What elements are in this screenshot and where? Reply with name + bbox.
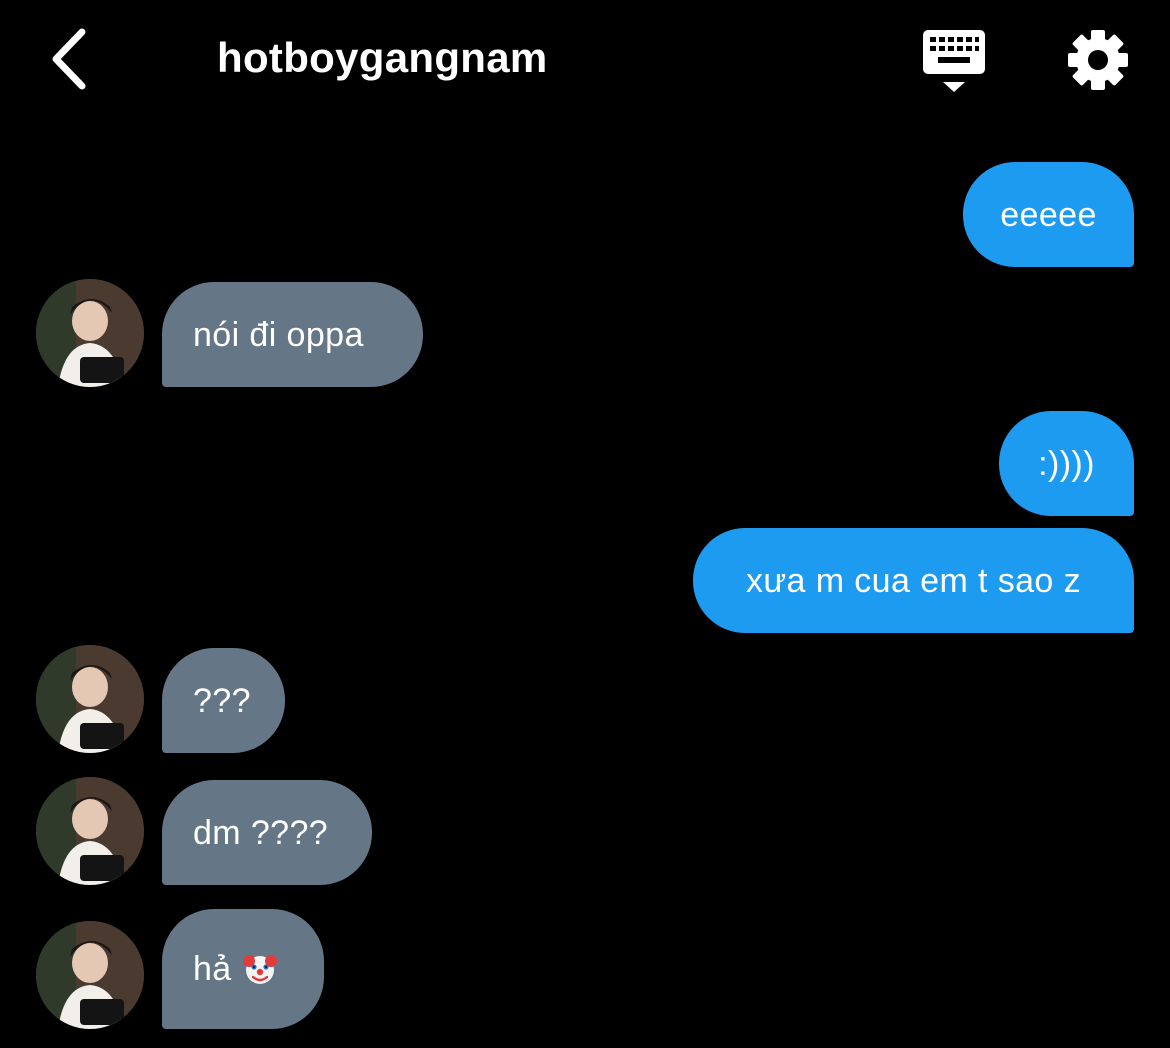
- incoming-message[interactable]: dm ????: [162, 780, 372, 885]
- avatar-photo-icon: [36, 645, 144, 753]
- keyboard-button[interactable]: [918, 26, 990, 96]
- chat-header: hotboygangnam: [0, 0, 1170, 120]
- avatar-photo-icon: [36, 777, 144, 885]
- message-text: hả: [193, 950, 232, 988]
- incoming-message[interactable]: nói đi oppa: [162, 282, 423, 387]
- message-text: xưa m cua em t sao z: [746, 561, 1081, 600]
- avatar[interactable]: [36, 777, 144, 885]
- outgoing-message[interactable]: xưa m cua em t sao z: [693, 528, 1134, 633]
- keyboard-icon: [923, 30, 985, 92]
- incoming-message[interactable]: ???: [162, 648, 285, 753]
- gear-icon: [1068, 30, 1128, 90]
- message-text: dm ????: [193, 813, 329, 852]
- clown-face-icon: [242, 955, 277, 984]
- avatar[interactable]: [36, 279, 144, 387]
- avatar[interactable]: [36, 921, 144, 1029]
- incoming-message[interactable]: hả: [162, 909, 324, 1029]
- conversation-title[interactable]: hotboygangnam: [217, 30, 548, 86]
- outgoing-message[interactable]: eeeee: [963, 162, 1134, 267]
- message-text: nói đi oppa: [193, 315, 364, 354]
- message-text: eeeee: [1000, 195, 1097, 234]
- outgoing-message[interactable]: :)))): [999, 411, 1134, 516]
- settings-button[interactable]: [1064, 26, 1132, 94]
- message-text: ???: [193, 681, 251, 720]
- back-button[interactable]: [36, 22, 100, 96]
- avatar[interactable]: [36, 645, 144, 753]
- chevron-left-icon: [52, 28, 86, 90]
- message-text: :)))): [1038, 444, 1095, 483]
- avatar-photo-icon: [36, 921, 144, 1029]
- avatar-photo-icon: [36, 279, 144, 387]
